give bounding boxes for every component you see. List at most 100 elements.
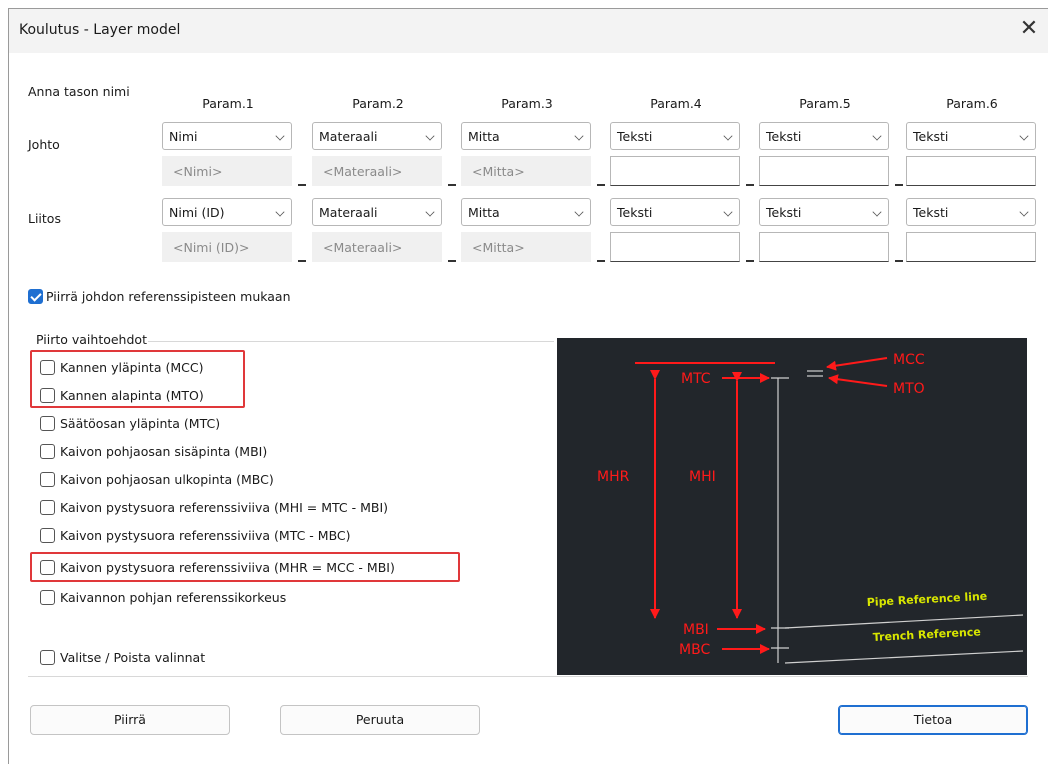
draw-option-label: Säätöosan yläpinta (MTC) xyxy=(60,416,221,431)
draw-by-reference-checkbox[interactable] xyxy=(28,289,43,304)
cancel-button[interactable]: Peruuta xyxy=(280,705,480,735)
draw-option-checkbox[interactable] xyxy=(40,416,55,431)
title-bar: Koulutus - Layer model ✕ xyxy=(9,9,1048,53)
chevron-down-icon xyxy=(1019,131,1029,141)
field-separator xyxy=(298,260,306,262)
select-value: Teksti xyxy=(766,205,802,220)
param-header-2: Param.2 xyxy=(352,96,404,111)
liitos-param2-select[interactable]: Materaali xyxy=(312,198,442,226)
label-mto: MTO xyxy=(893,381,925,397)
johto-param6-field[interactable] xyxy=(906,156,1036,186)
group-divider xyxy=(148,341,554,342)
select-value: Teksti xyxy=(913,129,949,144)
select-value: Teksti xyxy=(617,205,653,220)
liitos-param3-select[interactable]: Mitta xyxy=(461,198,591,226)
toggle-all-label: Valitse / Poista valinnat xyxy=(60,650,206,665)
liitos-param6-field[interactable] xyxy=(906,232,1036,262)
field-separator xyxy=(895,260,903,262)
draw-button[interactable]: Piirrä xyxy=(30,705,230,735)
draw-option-checkbox[interactable] xyxy=(40,360,55,375)
chevron-down-icon xyxy=(275,207,285,217)
label-mbc: MBC xyxy=(679,642,710,658)
liitos-param4-field[interactable] xyxy=(610,232,740,262)
trench-reference-line xyxy=(784,650,1024,664)
chevron-down-icon xyxy=(872,207,882,217)
johto-param5-field[interactable] xyxy=(759,156,889,186)
chevron-down-icon xyxy=(574,207,584,217)
field-separator xyxy=(597,184,605,186)
johto-param2-field: <Materaali> xyxy=(312,156,442,186)
draw-option-checkbox[interactable] xyxy=(40,500,55,515)
select-value: Mitta xyxy=(468,129,500,144)
label-mhr: MHR xyxy=(597,469,630,485)
select-value: Materaali xyxy=(319,205,378,220)
label-mhi: MHI xyxy=(689,469,716,485)
draw-option-label: Kaivon pystysuora referenssiviiva (MTC -… xyxy=(60,528,351,543)
draw-option-checkbox[interactable] xyxy=(40,590,55,605)
draw-by-reference-label: Piirrä johdon referenssipisteen mukaan xyxy=(46,289,291,304)
info-button[interactable]: Tietoa xyxy=(838,705,1028,735)
liitos-param6-select[interactable]: Teksti xyxy=(906,198,1036,226)
param-header-3: Param.3 xyxy=(501,96,553,111)
select-value: Teksti xyxy=(913,205,949,220)
param-header-4: Param.4 xyxy=(650,96,702,111)
draw-option-label: Kannen yläpinta (MCC) xyxy=(60,360,204,375)
johto-param2-select[interactable]: Materaali xyxy=(312,122,442,150)
field-separator xyxy=(746,184,754,186)
chevron-down-icon xyxy=(425,131,435,141)
draw-option-label: Kaivannon pohjan referenssikorkeus xyxy=(60,590,287,605)
johto-param3-select[interactable]: Mitta xyxy=(461,122,591,150)
draw-option-checkbox[interactable] xyxy=(40,528,55,543)
select-value: Teksti xyxy=(766,129,802,144)
draw-option-label: Kaivon pystysuora referenssiviiva (MHR =… xyxy=(60,560,395,575)
field-separator xyxy=(746,260,754,262)
draw-option-label: Kaivon pohjaosan ulkopinta (MBC) xyxy=(60,472,274,487)
liitos-param5-select[interactable]: Teksti xyxy=(759,198,889,226)
toggle-all-checkbox[interactable] xyxy=(40,650,55,665)
label-mcc: MCC xyxy=(893,352,925,368)
draw-option-checkbox[interactable] xyxy=(40,560,55,575)
select-value: Teksti xyxy=(617,129,653,144)
liitos-param3-field: <Mitta> xyxy=(461,232,591,262)
close-icon[interactable]: ✕ xyxy=(1016,17,1042,43)
draw-option-checkbox[interactable] xyxy=(40,388,55,403)
johto-param1-field: <Nimi> xyxy=(162,156,292,186)
liitos-param2-field: <Materaali> xyxy=(312,232,442,262)
field-separator xyxy=(597,260,605,262)
johto-param3-field: <Mitta> xyxy=(461,156,591,186)
field-separator xyxy=(895,184,903,186)
liitos-param4-select[interactable]: Teksti xyxy=(610,198,740,226)
johto-param5-select[interactable]: Teksti xyxy=(759,122,889,150)
draw-by-reference-option[interactable]: Piirrä johdon referenssipisteen mukaan xyxy=(28,288,348,308)
param-header-5: Param.5 xyxy=(799,96,851,111)
label-trench-reference: Trench Reference xyxy=(872,625,981,644)
select-value: Nimi xyxy=(169,129,198,144)
field-separator xyxy=(448,184,456,186)
draw-option-checkbox[interactable] xyxy=(40,444,55,459)
draw-option-checkbox[interactable] xyxy=(40,472,55,487)
liitos-param1-field: <Nimi (ID)> xyxy=(162,232,292,262)
layer-diagram: MCC MTO MTC MHR MHI MBI MBC Pipe Referen… xyxy=(557,338,1027,675)
label-mtc: MTC xyxy=(681,371,711,387)
diagram-svg: MCC MTO MTC MHR MHI MBI MBC Pipe Referen… xyxy=(597,352,1024,664)
options-group-title: Piirto vaihtoehdot xyxy=(36,332,147,347)
select-value: Nimi (ID) xyxy=(169,205,225,220)
layer-name-label: Anna tason nimi xyxy=(28,84,130,99)
liitos-param1-select[interactable]: Nimi (ID) xyxy=(162,198,292,226)
select-value: Mitta xyxy=(468,205,500,220)
draw-option-label: Kaivon pohjaosan sisäpinta (MBI) xyxy=(60,444,268,459)
bottom-divider xyxy=(28,676,1028,677)
param-header-1: Param.1 xyxy=(202,96,254,111)
chevron-down-icon xyxy=(574,131,584,141)
chevron-down-icon xyxy=(1019,207,1029,217)
row-label-liitos: Liitos xyxy=(28,211,61,226)
window-title: Koulutus - Layer model xyxy=(19,22,181,38)
liitos-param5-field[interactable] xyxy=(759,232,889,262)
param-header-6: Param.6 xyxy=(946,96,998,111)
label-mbi: MBI xyxy=(683,622,709,638)
johto-param6-select[interactable]: Teksti xyxy=(906,122,1036,150)
johto-param4-select[interactable]: Teksti xyxy=(610,122,740,150)
johto-param4-field[interactable] xyxy=(610,156,740,186)
johto-param1-select[interactable]: Nimi xyxy=(162,122,292,150)
select-value: Materaali xyxy=(319,129,378,144)
